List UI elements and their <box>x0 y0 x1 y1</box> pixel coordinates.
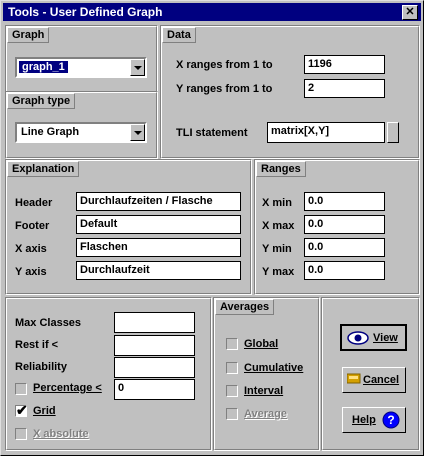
cumulative-checkbox[interactable] <box>226 362 238 374</box>
x-axis-input[interactable]: Flaschen <box>76 238 241 257</box>
graph-type-select-value: Line Graph <box>21 126 80 138</box>
x-range-input[interactable]: 1196 <box>304 55 385 74</box>
header-label: Header <box>15 197 53 209</box>
svg-text:?: ? <box>387 413 394 427</box>
cancel-button[interactable]: Cancel <box>342 367 406 393</box>
grid-label[interactable]: Grid <box>33 405 56 417</box>
view-button[interactable]: View <box>340 324 407 351</box>
x-max-label: X max <box>262 220 295 232</box>
graph-type-legend: Graph type <box>7 93 76 109</box>
reliability-input[interactable] <box>114 357 195 378</box>
average-label: Average <box>244 408 288 420</box>
graph-select[interactable]: graph_1 <box>15 57 147 78</box>
global-checkbox[interactable] <box>226 338 238 350</box>
global-label[interactable]: Global <box>244 338 278 350</box>
help-icon: ? <box>382 411 400 429</box>
cumulative-label[interactable]: Cumulative <box>244 362 303 374</box>
y-range-label: Y ranges from 1 to <box>176 83 273 95</box>
footer-label: Footer <box>15 220 50 232</box>
header-input[interactable]: Durchlaufzeiten / Flasche <box>76 192 241 211</box>
x-min-label: X min <box>262 197 292 209</box>
percentage-label[interactable]: Percentage < <box>33 382 102 394</box>
y-axis-label: Y axis <box>15 266 47 278</box>
view-button-label: View <box>373 332 398 344</box>
chevron-down-icon[interactable] <box>130 59 145 76</box>
tli-browse-button[interactable] <box>387 122 399 143</box>
x-absolute-label: X absolute <box>33 428 89 440</box>
explanation-legend: Explanation <box>7 161 80 177</box>
cancel-icon <box>347 373 361 384</box>
window-title: Tools - User Defined Graph <box>8 5 163 19</box>
title-bar[interactable]: Tools - User Defined Graph ✕ <box>3 3 421 21</box>
averages-legend: Averages <box>215 299 275 315</box>
data-legend: Data <box>162 27 196 43</box>
y-max-label: Y max <box>262 266 295 278</box>
close-button[interactable]: ✕ <box>402 5 418 20</box>
graph-type-select[interactable]: Line Graph <box>15 122 147 143</box>
ranges-legend: Ranges <box>256 161 306 177</box>
tli-statement-input[interactable]: matrix[X,Y] <box>267 122 385 143</box>
help-button[interactable]: Help ? <box>342 407 406 433</box>
x-min-input[interactable]: 0.0 <box>304 192 385 211</box>
dialog-window: Tools - User Defined Graph ✕ Graph graph… <box>0 0 424 456</box>
help-button-label: Help <box>352 414 376 426</box>
x-range-label: X ranges from 1 to <box>176 59 273 71</box>
y-min-input[interactable]: 0.0 <box>304 238 385 257</box>
footer-input[interactable]: Default <box>76 215 241 234</box>
eye-icon <box>347 331 369 345</box>
check-icon: ✔ <box>16 402 28 418</box>
rest-if-label: Rest if < <box>15 339 59 351</box>
average-checkbox <box>226 408 238 420</box>
rest-if-input[interactable] <box>114 335 195 356</box>
cancel-button-label: Cancel <box>363 374 400 386</box>
y-min-label: Y min <box>262 243 292 255</box>
y-max-input[interactable]: 0.0 <box>304 261 385 280</box>
interval-checkbox[interactable] <box>226 385 238 397</box>
x-absolute-checkbox <box>15 428 27 440</box>
grid-checkbox[interactable]: ✔ <box>15 402 28 418</box>
max-classes-input[interactable] <box>114 312 195 333</box>
graph-legend: Graph <box>7 27 50 43</box>
interval-label[interactable]: Interval <box>244 385 283 397</box>
tli-statement-label: TLI statement <box>176 127 248 139</box>
percentage-checkbox[interactable] <box>15 383 27 395</box>
y-axis-input[interactable]: Durchlaufzeit <box>76 261 241 280</box>
max-classes-label: Max Classes <box>15 317 82 329</box>
y-range-input[interactable]: 2 <box>304 79 385 98</box>
averages-panel <box>213 297 320 451</box>
chevron-down-icon[interactable] <box>130 124 145 141</box>
graph-select-value: graph_1 <box>19 61 68 73</box>
percentage-input[interactable]: 0 <box>114 379 195 400</box>
x-axis-label: X axis <box>15 243 47 255</box>
reliability-label: Reliability <box>15 361 67 373</box>
x-max-input[interactable]: 0.0 <box>304 215 385 234</box>
